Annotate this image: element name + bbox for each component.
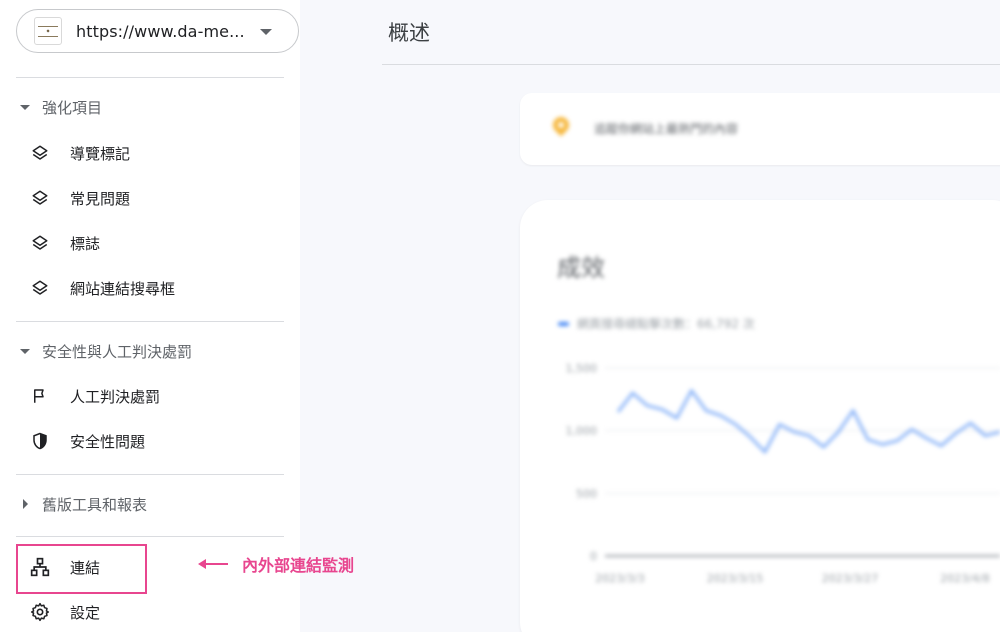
property-logo: ◆ <box>34 17 62 45</box>
sidebar-item-label: 人工判決處罰 <box>70 387 161 406</box>
y-tick-label: 0 <box>590 550 597 563</box>
chevron-down-icon[interactable] <box>260 29 272 35</box>
caret-right-icon <box>23 499 28 509</box>
layers-icon <box>30 143 50 163</box>
section-legacy-tools[interactable]: 舊版工具和報表 <box>20 492 147 516</box>
section-enhancements[interactable]: 強化項目 <box>20 95 102 119</box>
annotation-callout: 內外部連結監測 <box>198 552 355 576</box>
x-tick-label: 2023/4/8 <box>940 572 989 585</box>
sidebar-item-label: 安全性問題 <box>70 432 146 451</box>
divider <box>16 77 284 78</box>
x-tick-label: 2023/3/15 <box>707 572 763 585</box>
layers-icon <box>30 188 50 208</box>
shield-icon <box>30 431 50 451</box>
sidebar: ◆ https://www.da-me... 強化項目 導覽標記 常見問題 標誌… <box>0 0 300 632</box>
property-selector[interactable]: ◆ https://www.da-me... <box>16 9 299 53</box>
caret-down-icon <box>20 104 30 110</box>
sidebar-item-logo[interactable]: 標誌 <box>30 228 100 258</box>
location-pin-icon <box>549 113 573 137</box>
section-title: 強化項目 <box>42 98 103 117</box>
sidebar-item-sitelinks-searchbox[interactable]: 網站連結搜尋框 <box>30 273 175 303</box>
highlight-box <box>16 544 147 594</box>
series-line <box>616 389 1000 454</box>
sidebar-item-label: 導覽標記 <box>70 144 131 163</box>
divider <box>16 474 284 475</box>
sidebar-item-label: 常見問題 <box>70 189 131 208</box>
tip-text: 追蹤你網站上最熱門的內容 <box>594 122 739 136</box>
x-tick-label: 2023/3/3 <box>595 572 644 585</box>
y-tick-label: 500 <box>576 487 597 500</box>
x-tick-label: 2023/3/27 <box>822 572 878 585</box>
sidebar-item-label: 網站連結搜尋框 <box>70 279 176 298</box>
caret-down-icon <box>20 348 30 354</box>
section-title: 安全性與人工判決處罰 <box>42 342 193 361</box>
sidebar-item-label: 設定 <box>70 603 101 622</box>
y-tick-label: 1,500 <box>566 362 598 375</box>
sidebar-item-breadcrumbs[interactable]: 導覽標記 <box>30 138 130 168</box>
page-title: 概述 <box>388 21 430 45</box>
section-title: 舊版工具和報表 <box>42 495 148 514</box>
performance-card[interactable]: 成效 網頁搜尋總點擊次數：66,792 次 1,500 1,000 500 0 2023… <box>520 200 1000 632</box>
property-url: https://www.da-me... <box>76 21 245 41</box>
performance-chart: 1,500 1,000 500 0 2023/3/3 2023/3/15 2023/3/27… <box>566 362 1000 585</box>
y-tick-label: 1,000 <box>566 425 598 438</box>
layers-icon <box>30 233 50 253</box>
layers-icon <box>30 278 50 298</box>
gear-icon <box>30 602 50 622</box>
sidebar-item-settings[interactable]: 設定 <box>30 597 100 627</box>
sidebar-item-faq[interactable]: 常見問題 <box>30 183 130 213</box>
page-header: 概述 <box>382 0 1000 65</box>
sidebar-item-manual-actions[interactable]: 人工判決處罰 <box>30 381 160 411</box>
sidebar-item-security-issues[interactable]: 安全性問題 <box>30 426 145 456</box>
annotation-text: 內外部連結監測 <box>242 556 355 575</box>
arrow-left-icon <box>198 559 228 569</box>
tip-card[interactable]: 追蹤你網站上最熱門的內容 <box>520 93 1000 165</box>
divider <box>16 536 284 537</box>
flag-icon <box>30 386 50 406</box>
section-security-manual-actions[interactable]: 安全性與人工判決處罰 <box>20 339 192 363</box>
sidebar-item-label: 標誌 <box>70 234 101 253</box>
divider <box>16 321 284 322</box>
